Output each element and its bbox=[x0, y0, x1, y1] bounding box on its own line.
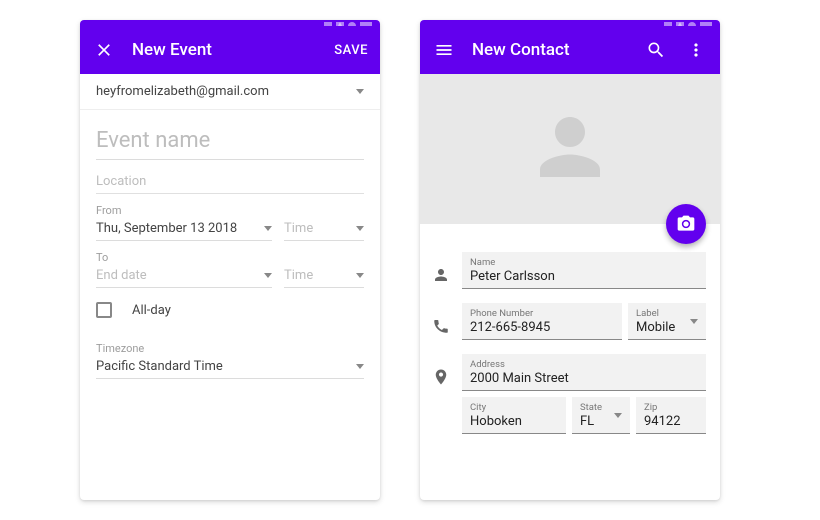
camera-icon bbox=[676, 214, 696, 234]
chevron-down-icon bbox=[356, 273, 364, 278]
all-day-checkbox[interactable] bbox=[96, 302, 112, 318]
contact-form-screen: New Contact Name P bbox=[420, 20, 720, 500]
page-title: New Event bbox=[132, 40, 318, 60]
to-time-field[interactable]: Time bbox=[284, 264, 364, 288]
contact-photo-area bbox=[420, 74, 720, 224]
city-field[interactable]: City Hoboken bbox=[462, 397, 566, 434]
event-form-screen: New Event SAVE heyfromelizabeth@gmail.co… bbox=[80, 20, 380, 500]
chevron-down-icon bbox=[614, 413, 622, 418]
phone-type-label: Label bbox=[636, 308, 698, 319]
phone-icon bbox=[430, 303, 452, 335]
address-label: Address bbox=[470, 359, 698, 370]
search-icon[interactable] bbox=[644, 38, 668, 62]
to-time-placeholder: Time bbox=[284, 268, 313, 283]
close-icon[interactable] bbox=[92, 38, 116, 62]
name-label: Name bbox=[470, 257, 698, 268]
zip-field[interactable]: Zip 94122 bbox=[636, 397, 706, 434]
event-form-body: heyfromelizabeth@gmail.com Event name Lo… bbox=[80, 74, 380, 500]
state-label: State bbox=[580, 402, 622, 413]
save-button[interactable]: SAVE bbox=[334, 43, 368, 58]
city-label: City bbox=[470, 402, 558, 413]
from-time-placeholder: Time bbox=[284, 221, 313, 236]
state-field[interactable]: State FL bbox=[572, 397, 630, 434]
chevron-down-icon bbox=[264, 226, 272, 231]
address-value: 2000 Main Street bbox=[470, 370, 698, 387]
all-day-row[interactable]: All-day bbox=[80, 288, 380, 332]
timezone-label: Timezone bbox=[80, 332, 380, 355]
event-name-input[interactable]: Event name bbox=[96, 110, 364, 160]
phone-type-value: Mobile bbox=[636, 319, 698, 336]
to-label: To bbox=[80, 241, 380, 264]
address-field[interactable]: Address 2000 Main Street bbox=[462, 354, 706, 391]
chevron-down-icon bbox=[264, 273, 272, 278]
from-date-value: Thu, September 13 2018 bbox=[96, 221, 237, 236]
from-date-field[interactable]: Thu, September 13 2018 bbox=[96, 217, 272, 241]
from-label: From bbox=[80, 194, 380, 217]
name-field[interactable]: Name Peter Carlsson bbox=[462, 252, 706, 289]
timezone-field[interactable]: Pacific Standard Time bbox=[96, 355, 364, 379]
from-time-field[interactable]: Time bbox=[284, 217, 364, 241]
menu-icon[interactable] bbox=[432, 38, 456, 62]
name-value: Peter Carlsson bbox=[470, 268, 698, 285]
person-icon bbox=[430, 252, 452, 284]
city-value: Hoboken bbox=[470, 413, 558, 430]
page-title: New Contact bbox=[472, 40, 628, 60]
phone-label-selector[interactable]: Label Mobile bbox=[628, 303, 706, 340]
zip-label: Zip bbox=[644, 402, 698, 413]
phone-value: 212-665-8945 bbox=[470, 319, 614, 336]
camera-fab[interactable] bbox=[666, 204, 706, 244]
chevron-down-icon bbox=[356, 89, 364, 94]
more-icon[interactable] bbox=[684, 38, 708, 62]
app-bar: New Contact bbox=[420, 26, 720, 74]
location-input[interactable]: Location bbox=[96, 160, 364, 194]
timezone-value: Pacific Standard Time bbox=[96, 359, 223, 374]
chevron-down-icon bbox=[690, 319, 698, 324]
location-icon bbox=[430, 354, 452, 386]
all-day-label: All-day bbox=[132, 303, 171, 318]
app-bar: New Event SAVE bbox=[80, 26, 380, 74]
account-email: heyfromelizabeth@gmail.com bbox=[96, 84, 269, 99]
avatar-placeholder-icon bbox=[525, 102, 615, 196]
to-date-field[interactable]: End date bbox=[96, 264, 272, 288]
phone-number-field[interactable]: Phone Number 212-665-8945 bbox=[462, 303, 622, 340]
contact-form-body: Name Peter Carlsson Phone Number 212-665… bbox=[420, 74, 720, 500]
zip-value: 94122 bbox=[644, 413, 698, 430]
chevron-down-icon bbox=[356, 364, 364, 369]
account-selector[interactable]: heyfromelizabeth@gmail.com bbox=[80, 74, 380, 110]
to-date-placeholder: End date bbox=[96, 268, 147, 283]
chevron-down-icon bbox=[356, 226, 364, 231]
phone-label: Phone Number bbox=[470, 308, 614, 319]
